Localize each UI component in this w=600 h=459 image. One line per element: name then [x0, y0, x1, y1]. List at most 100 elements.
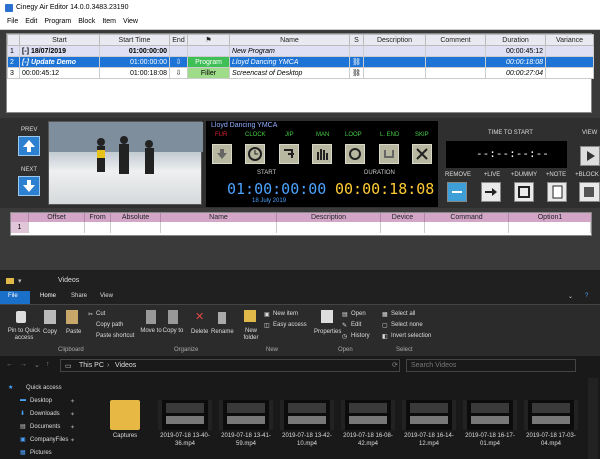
menu-edit[interactable]: Edit: [25, 18, 37, 25]
delete-button[interactable]: Delete: [191, 329, 208, 335]
select-none-button[interactable]: Select none: [391, 322, 423, 328]
tab-file[interactable]: File: [8, 293, 18, 299]
col-type[interactable]: ⚑: [187, 34, 230, 46]
edit-button[interactable]: Edit: [351, 322, 361, 328]
open-button[interactable]: Open: [351, 311, 366, 317]
paste-icon[interactable]: [66, 310, 78, 324]
list-item[interactable]: 2019-07-18 17-03-04.mp4: [524, 400, 578, 448]
select-all-button[interactable]: Select all: [391, 311, 415, 317]
add-live-button[interactable]: [481, 182, 501, 202]
col-name[interactable]: Name: [229, 34, 350, 46]
table-row[interactable]: 3 00:00:45:12 01:00:18:08 ⇩ Filler Scree…: [7, 67, 594, 79]
cmd-col-absolute[interactable]: Absolute: [111, 213, 161, 222]
list-item[interactable]: 2019-07-18 16-08-42.mp4: [341, 400, 395, 448]
menu-file[interactable]: File: [7, 18, 18, 25]
history-button[interactable]: History: [351, 333, 370, 339]
delete-icon[interactable]: ✕: [195, 310, 204, 323]
cmd-cell[interactable]: [277, 222, 381, 233]
vertical-scrollbar[interactable]: [588, 378, 598, 459]
sidebar-item-downloads[interactable]: Downloads: [30, 411, 60, 417]
breadcrumb-this-pc[interactable]: This PC: [79, 362, 104, 369]
fur-button[interactable]: [212, 144, 232, 164]
list-item[interactable]: 2019-07-18 16-17-01.mp4: [463, 400, 517, 448]
col-start-time[interactable]: Start Time: [99, 34, 170, 46]
refresh-icon[interactable]: ⟳: [392, 361, 398, 369]
cmd-col-from[interactable]: From: [85, 213, 111, 222]
paste-button[interactable]: Paste: [66, 329, 81, 335]
view-button[interactable]: [580, 146, 600, 166]
cmd-cell[interactable]: [161, 222, 277, 233]
col-start[interactable]: Start: [19, 34, 100, 46]
new-item-icon[interactable]: ▣: [264, 311, 270, 318]
clock-button[interactable]: [245, 144, 265, 164]
cmd-col-offset[interactable]: Offset: [29, 213, 85, 222]
properties-button[interactable]: Properties: [314, 329, 341, 335]
cmd-cell[interactable]: [29, 222, 85, 233]
copy-icon[interactable]: [44, 310, 56, 324]
copy-to-button[interactable]: Copy to: [162, 328, 184, 335]
scissors-icon[interactable]: ✂: [88, 311, 93, 318]
new-folder-button[interactable]: New folder: [240, 328, 262, 342]
new-folder-icon[interactable]: [244, 310, 256, 322]
list-item[interactable]: 2019-07-18 13-40-36.mp4: [158, 400, 212, 448]
cmd-cell[interactable]: [425, 222, 509, 233]
menu-program[interactable]: Program: [44, 18, 71, 25]
recent-icon[interactable]: ⌄: [34, 361, 40, 369]
properties-icon[interactable]: [321, 310, 333, 323]
move-to-button[interactable]: Move to: [140, 328, 162, 335]
open-icon[interactable]: ▤: [342, 311, 348, 318]
pin-icon[interactable]: [16, 311, 26, 323]
cmd-col-device[interactable]: Device: [381, 213, 425, 222]
back-icon[interactable]: ←: [6, 361, 13, 368]
col-variance[interactable]: Variance: [545, 34, 594, 46]
copy-path-button[interactable]: Copy path: [96, 322, 123, 328]
copy-to-icon[interactable]: [168, 310, 178, 324]
select-all-icon[interactable]: ▦: [382, 311, 388, 318]
loop-end-button[interactable]: [379, 144, 399, 164]
sidebar-item-documents[interactable]: Documents: [30, 424, 60, 430]
chevron-down-icon[interactable]: ⌄: [568, 293, 573, 300]
invert-selection-icon[interactable]: ◧: [382, 333, 388, 340]
sidebar-item-pictures[interactable]: Pictures: [30, 450, 52, 456]
rename-icon[interactable]: [218, 312, 226, 324]
col-end[interactable]: End: [169, 34, 188, 46]
copy-button[interactable]: Copy: [43, 329, 57, 335]
list-item[interactable]: 2019-07-18 16-14-12.mp4: [402, 400, 456, 448]
jip-button[interactable]: [279, 144, 299, 164]
add-note-button[interactable]: [547, 182, 567, 202]
cmd-col-description[interactable]: Description: [277, 213, 381, 222]
add-block-button[interactable]: [579, 182, 600, 202]
col-duration[interactable]: Duration: [485, 34, 546, 46]
menu-view[interactable]: View: [123, 18, 138, 25]
next-button[interactable]: [18, 176, 40, 196]
cmd-cell[interactable]: [111, 222, 161, 233]
sidebar-item-desktop[interactable]: Desktop: [30, 398, 52, 404]
help-icon[interactable]: ?: [585, 293, 588, 299]
rename-button[interactable]: Rename: [211, 329, 234, 335]
loop-button[interactable]: [345, 144, 365, 164]
sidebar-item-quick-access[interactable]: Quick access: [26, 385, 62, 391]
forward-icon[interactable]: →: [20, 361, 27, 368]
command-row[interactable]: 1: [11, 222, 591, 233]
tab-share[interactable]: Share: [71, 293, 87, 299]
edit-icon[interactable]: ✎: [342, 322, 347, 329]
pin-to-quick-access-button[interactable]: Pin to Quick access: [4, 328, 44, 342]
move-to-icon[interactable]: [146, 310, 156, 324]
cmd-cell[interactable]: [509, 222, 591, 233]
new-item-button[interactable]: New item: [273, 311, 298, 317]
table-row[interactable]: 1 [-] 18/07/2019 01:00:00:00 New Program…: [7, 45, 594, 57]
list-item[interactable]: 2019-07-18 13-41-59.mp4: [219, 400, 273, 448]
up-icon[interactable]: ↑: [46, 361, 50, 368]
prev-button[interactable]: [18, 136, 40, 156]
menu-item[interactable]: Item: [102, 18, 116, 25]
menu-block[interactable]: Block: [78, 18, 95, 25]
col-comment[interactable]: Comment: [425, 34, 486, 46]
cmd-col-option1[interactable]: Option1: [509, 213, 591, 222]
tab-view[interactable]: View: [100, 293, 113, 299]
quick-access-toolbar-icon[interactable]: ▾: [18, 277, 22, 285]
remove-button[interactable]: [447, 182, 467, 202]
history-icon[interactable]: ◷: [342, 333, 347, 340]
col-description[interactable]: Description: [363, 34, 426, 46]
list-item[interactable]: 2019-07-18 13-42-10.mp4: [280, 400, 334, 448]
invert-selection-button[interactable]: Invert selection: [391, 333, 431, 339]
